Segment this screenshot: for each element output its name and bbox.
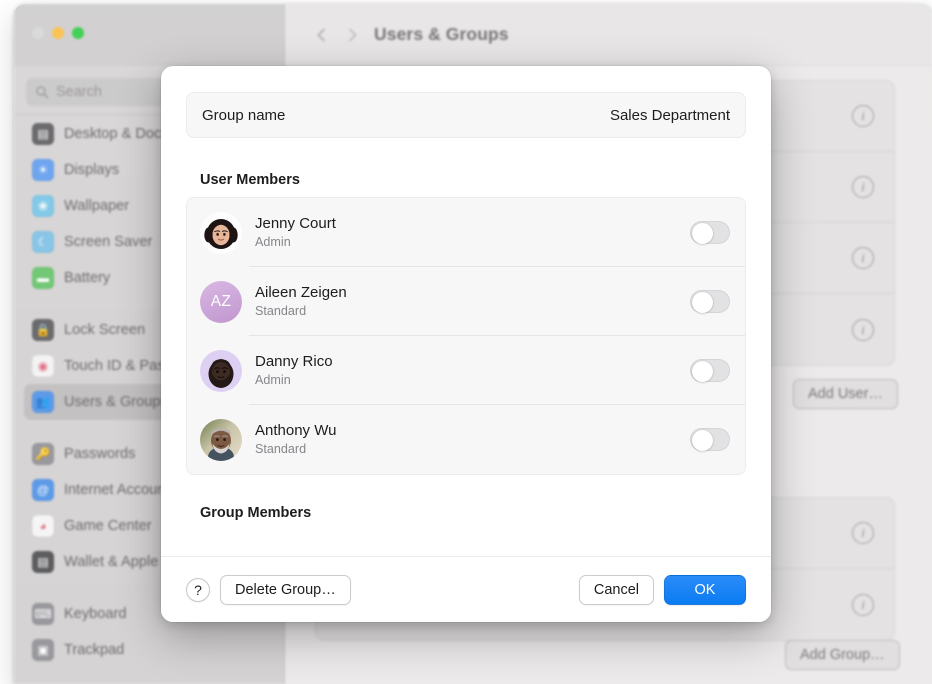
passwords-icon: 🔑 xyxy=(32,443,54,465)
member-name: Anthony Wu xyxy=(255,421,677,440)
member-toggle[interactable] xyxy=(690,290,730,314)
close-button[interactable] xyxy=(32,27,44,39)
info-icon[interactable]: i xyxy=(852,594,874,616)
trackpad-icon: ▣ xyxy=(32,639,54,661)
user-members-heading: User Members xyxy=(200,172,746,188)
search-icon xyxy=(35,85,49,99)
sidebar-item-label: Wallpaper xyxy=(64,198,129,214)
sidebar-item-label: Lock Screen xyxy=(64,322,145,338)
sidebar-item-label: Keyboard xyxy=(64,606,126,622)
sidebar-item-label: Desktop & Dock xyxy=(64,126,169,142)
add-user-button[interactable]: Add User… xyxy=(793,379,898,409)
screen: Search ▤ Desktop & Dock ☀ Displays ❀ Wallpape… xyxy=(0,0,932,684)
member-text: Aileen ZeigenStandard xyxy=(255,283,677,320)
toggle-knob xyxy=(692,223,713,244)
avatar-danny-rico xyxy=(200,350,242,392)
group-name-value[interactable]: Sales Department xyxy=(610,107,730,124)
group-name-label: Group name xyxy=(202,107,285,124)
sidebar-item-label: Battery xyxy=(64,270,110,286)
member-row[interactable]: AZ Aileen ZeigenStandard xyxy=(187,267,745,336)
dialog-footer: ? Delete Group… Cancel OK xyxy=(161,556,771,622)
internet-accounts-icon: @ xyxy=(32,479,54,501)
ok-button[interactable]: OK xyxy=(664,575,746,605)
member-role: Admin xyxy=(255,372,677,389)
maximize-button[interactable] xyxy=(72,27,84,39)
displays-icon: ☀ xyxy=(32,159,54,181)
member-role: Standard xyxy=(255,441,677,458)
toggle-knob xyxy=(692,361,713,382)
detail-toolbar: Users & Groups xyxy=(285,4,932,66)
member-toggle[interactable] xyxy=(690,221,730,245)
search-placeholder: Search xyxy=(56,84,102,100)
edit-group-dialog: Group name Sales Department User Members… xyxy=(161,66,771,622)
toggle-knob xyxy=(692,430,713,451)
member-role: Standard xyxy=(255,303,677,320)
keyboard-icon: ⌨ xyxy=(32,603,54,625)
wallet-icon: ▤ xyxy=(32,551,54,573)
sidebar-item-label: Trackpad xyxy=(64,642,124,658)
avatar-aileen-zeigen: AZ xyxy=(200,281,242,323)
help-button[interactable]: ? xyxy=(186,578,210,602)
sidebar-item-trackpad[interactable]: ▣ Trackpad xyxy=(24,632,275,668)
touch-id-icon: ◉ xyxy=(32,355,54,377)
member-row[interactable]: Anthony WuStandard xyxy=(187,405,745,474)
member-name: Danny Rico xyxy=(255,352,677,371)
group-members-heading: Group Members xyxy=(200,505,746,521)
member-text: Danny RicoAdmin xyxy=(255,352,677,389)
delete-group-button[interactable]: Delete Group… xyxy=(220,575,351,605)
sidebar-item-label: Game Center xyxy=(64,518,152,534)
wallpaper-icon: ❀ xyxy=(32,195,54,217)
avatar-initials: AZ xyxy=(211,293,232,311)
sidebar-item-label: Internet Accounts xyxy=(64,482,177,498)
member-toggle[interactable] xyxy=(690,428,730,452)
group-name-row[interactable]: Group name Sales Department xyxy=(186,92,746,138)
info-icon[interactable]: i xyxy=(852,522,874,544)
minimize-button[interactable] xyxy=(52,27,64,39)
desktop-dock-icon: ▤ xyxy=(32,123,54,145)
sidebar-item-label: Passwords xyxy=(64,446,135,462)
member-row[interactable]: Jenny CourtAdmin xyxy=(187,198,745,267)
toggle-knob xyxy=(692,292,713,313)
member-text: Jenny CourtAdmin xyxy=(255,214,677,251)
chevron-left-icon[interactable] xyxy=(314,27,330,43)
cancel-button[interactable]: Cancel xyxy=(579,575,654,605)
info-icon[interactable]: i xyxy=(852,176,874,198)
info-icon[interactable]: i xyxy=(852,319,874,341)
dialog-body: Group name Sales Department User Members… xyxy=(161,66,771,556)
avatar-anthony-wu xyxy=(200,419,242,461)
member-text: Anthony WuStandard xyxy=(255,421,677,458)
member-row[interactable]: Danny RicoAdmin xyxy=(187,336,745,405)
chevron-right-icon[interactable] xyxy=(344,27,360,43)
user-members-list: Jenny CourtAdminAZAileen ZeigenStandard … xyxy=(186,197,746,475)
screen-saver-icon: ☾ xyxy=(32,231,54,253)
sidebar-item-label: Displays xyxy=(64,162,119,178)
sidebar-item-label: Screen Saver xyxy=(64,234,152,250)
users-groups-icon: 👥 xyxy=(32,391,54,413)
battery-icon: ▬ xyxy=(32,267,54,289)
game-center-icon: ◕ xyxy=(32,515,54,537)
avatar-jenny-court xyxy=(200,212,242,254)
member-role: Admin xyxy=(255,234,677,251)
add-group-button[interactable]: Add Group… xyxy=(785,640,900,670)
lock-screen-icon: 🔒 xyxy=(32,319,54,341)
member-name: Aileen Zeigen xyxy=(255,283,677,302)
info-icon[interactable]: i xyxy=(852,105,874,127)
page-title: Users & Groups xyxy=(374,24,509,45)
member-toggle[interactable] xyxy=(690,359,730,383)
traffic-lights[interactable] xyxy=(32,27,84,39)
member-name: Jenny Court xyxy=(255,214,677,233)
info-icon[interactable]: i xyxy=(852,247,874,269)
sidebar-item-label: Users & Groups xyxy=(64,394,168,410)
